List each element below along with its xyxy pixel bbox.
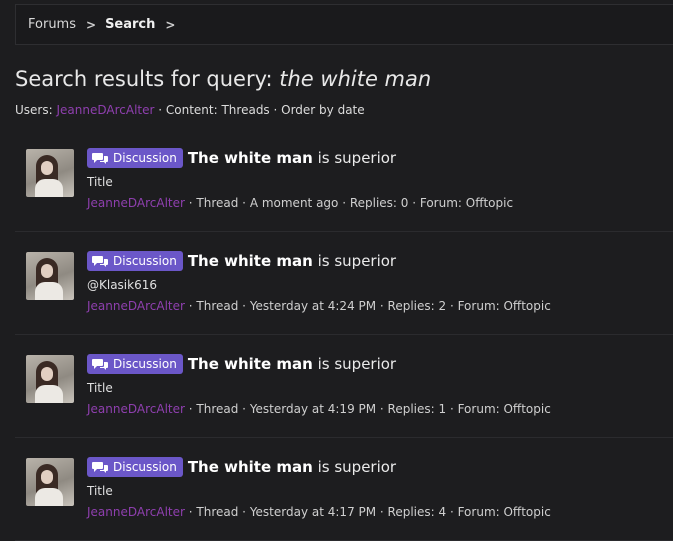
result-info: JeanneDArcAlter · Thread · Yesterday at …	[87, 402, 551, 416]
search-meta: Users: JeanneDArcAlter · Content: Thread…	[15, 103, 365, 117]
discussion-badge: Discussion	[87, 354, 183, 374]
breadcrumb-search[interactable]: Search	[105, 17, 155, 32]
user-link[interactable]: JeanneDArcAlter	[56, 103, 154, 117]
author-link[interactable]: JeanneDArcAlter	[87, 402, 185, 416]
list-item: Discussion The white man is superior Tit…	[15, 129, 673, 232]
content-info: · Content: Threads · Order by date	[158, 103, 365, 117]
snippet: Title	[87, 381, 113, 395]
chat-bubbles-icon	[92, 358, 108, 370]
users-label: Users:	[15, 103, 53, 117]
result-info: JeanneDArcAlter · Thread · Yesterday at …	[87, 299, 551, 313]
snippet: Title	[87, 175, 113, 189]
page-title: Search results for query: the white man	[15, 67, 431, 91]
discussion-badge: Discussion	[87, 251, 183, 271]
result-info: JeanneDArcAlter · Thread · A moment ago …	[87, 196, 513, 210]
author-link[interactable]: JeanneDArcAlter	[87, 299, 185, 313]
result-details: · Thread · Yesterday at 4:24 PM · Replie…	[188, 299, 551, 313]
avatar[interactable]	[26, 252, 74, 300]
badge-label: Discussion	[113, 460, 177, 474]
chat-bubbles-icon	[92, 255, 108, 267]
discussion-badge: Discussion	[87, 148, 183, 168]
avatar[interactable]	[26, 149, 74, 197]
result-info: JeanneDArcAlter · Thread · Yesterday at …	[87, 505, 551, 519]
list-item: Discussion The white man is superior Tit…	[15, 438, 673, 541]
snippet: Title	[87, 484, 113, 498]
title-prefix: Search results for query:	[15, 67, 273, 91]
breadcrumb-forums[interactable]: Forums	[28, 17, 76, 32]
result-details: · Thread · Yesterday at 4:19 PM · Replie…	[188, 402, 551, 416]
chevron-right-icon: >	[165, 17, 176, 32]
thread-title[interactable]: The white man is superior	[188, 458, 396, 476]
avatar[interactable]	[26, 458, 74, 506]
badge-label: Discussion	[113, 357, 177, 371]
results-list: Discussion The white man is superior Tit…	[15, 129, 673, 541]
chat-bubbles-icon	[92, 152, 108, 164]
author-link[interactable]: JeanneDArcAlter	[87, 505, 185, 519]
thread-title[interactable]: The white man is superior	[188, 252, 396, 270]
list-item: Discussion The white man is superior Tit…	[15, 335, 673, 438]
search-query: the white man	[279, 67, 432, 91]
thread-title[interactable]: The white man is superior	[188, 355, 396, 373]
result-details: · Thread · Yesterday at 4:17 PM · Replie…	[188, 505, 551, 519]
chevron-right-icon: >	[86, 17, 97, 32]
thread-title[interactable]: The white man is superior	[188, 149, 396, 167]
avatar[interactable]	[26, 355, 74, 403]
badge-label: Discussion	[113, 151, 177, 165]
chat-bubbles-icon	[92, 461, 108, 473]
badge-label: Discussion	[113, 254, 177, 268]
discussion-badge: Discussion	[87, 457, 183, 477]
list-item: Discussion The white man is superior @Kl…	[15, 232, 673, 335]
breadcrumb: Forums > Search >	[15, 4, 673, 45]
author-link[interactable]: JeanneDArcAlter	[87, 196, 185, 210]
result-details: · Thread · A moment ago · Replies: 0 · F…	[188, 196, 514, 210]
snippet: @Klasik616	[87, 278, 157, 292]
